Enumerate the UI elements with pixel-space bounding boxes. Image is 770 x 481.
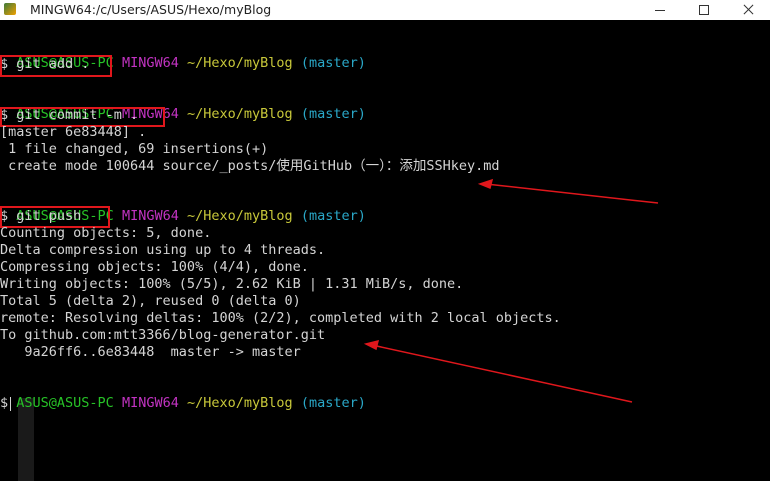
minimize-button[interactable]: [638, 0, 682, 20]
close-button[interactable]: [726, 0, 770, 20]
output-line: Counting objects: 5, done.: [0, 225, 212, 241]
prompt-path: ~/Hexo/myBlog: [187, 395, 293, 411]
prompt-branch: (master): [300, 55, 366, 71]
git-bash-icon: [4, 3, 16, 15]
highlight-box-add: [0, 55, 112, 77]
command-line-empty[interactable]: $: [0, 395, 8, 412]
prompt-path: ~/Hexo/myBlog: [187, 55, 293, 71]
output-line: 9a26ff6..6e83448 master -> master: [0, 344, 301, 360]
prompt-symbol: $: [0, 395, 9, 411]
prompt-shell: MINGW64: [121, 55, 179, 71]
prompt-line: ASUS@ASUS-PC MINGW64 ~/Hexo/myBlog (mast…: [0, 89, 366, 122]
prompt-branch: (master): [300, 106, 366, 122]
prompt-line: ASUS@ASUS-PC MINGW64 ~/Hexo/myBlog (mast…: [0, 378, 366, 411]
window-title: MINGW64:/c/Users/ASUS/Hexo/myBlog: [30, 2, 272, 17]
title-bar: MINGW64:/c/Users/ASUS/Hexo/myBlog: [0, 0, 770, 21]
output-line: 1 file changed, 69 insertions(+): [0, 141, 269, 157]
output-line: To github.com:mtt3366/blog-generator.git: [0, 327, 326, 343]
text-cursor: [10, 397, 11, 411]
output-line: Compressing objects: 100% (4/4), done.: [0, 259, 309, 275]
maximize-button[interactable]: [682, 0, 726, 20]
prompt-branch: (master): [300, 208, 366, 224]
output-line: remote: Resolving deltas: 100% (2/2), co…: [0, 310, 561, 326]
output-line: create mode 100644 source/_posts/使用GitHu…: [0, 158, 500, 174]
prompt-shell: MINGW64: [121, 395, 179, 411]
prompt-user: ASUS@ASUS-PC: [16, 395, 114, 411]
prompt-path: ~/Hexo/myBlog: [187, 208, 293, 224]
prompt-shell: MINGW64: [121, 208, 179, 224]
prompt-path: ~/Hexo/myBlog: [187, 106, 293, 122]
output-line: [master 6e83448] .: [0, 124, 147, 140]
prompt-line: ASUS@ASUS-PC MINGW64 ~/Hexo/myBlog (mast…: [0, 38, 366, 71]
output-line: Writing objects: 100% (5/5), 2.62 KiB | …: [0, 276, 464, 292]
output-line: Delta compression using up to 4 threads.: [0, 242, 326, 258]
prompt-branch: (master): [300, 395, 366, 411]
output-line: Total 5 (delta 2), reused 0 (delta 0): [0, 293, 301, 309]
